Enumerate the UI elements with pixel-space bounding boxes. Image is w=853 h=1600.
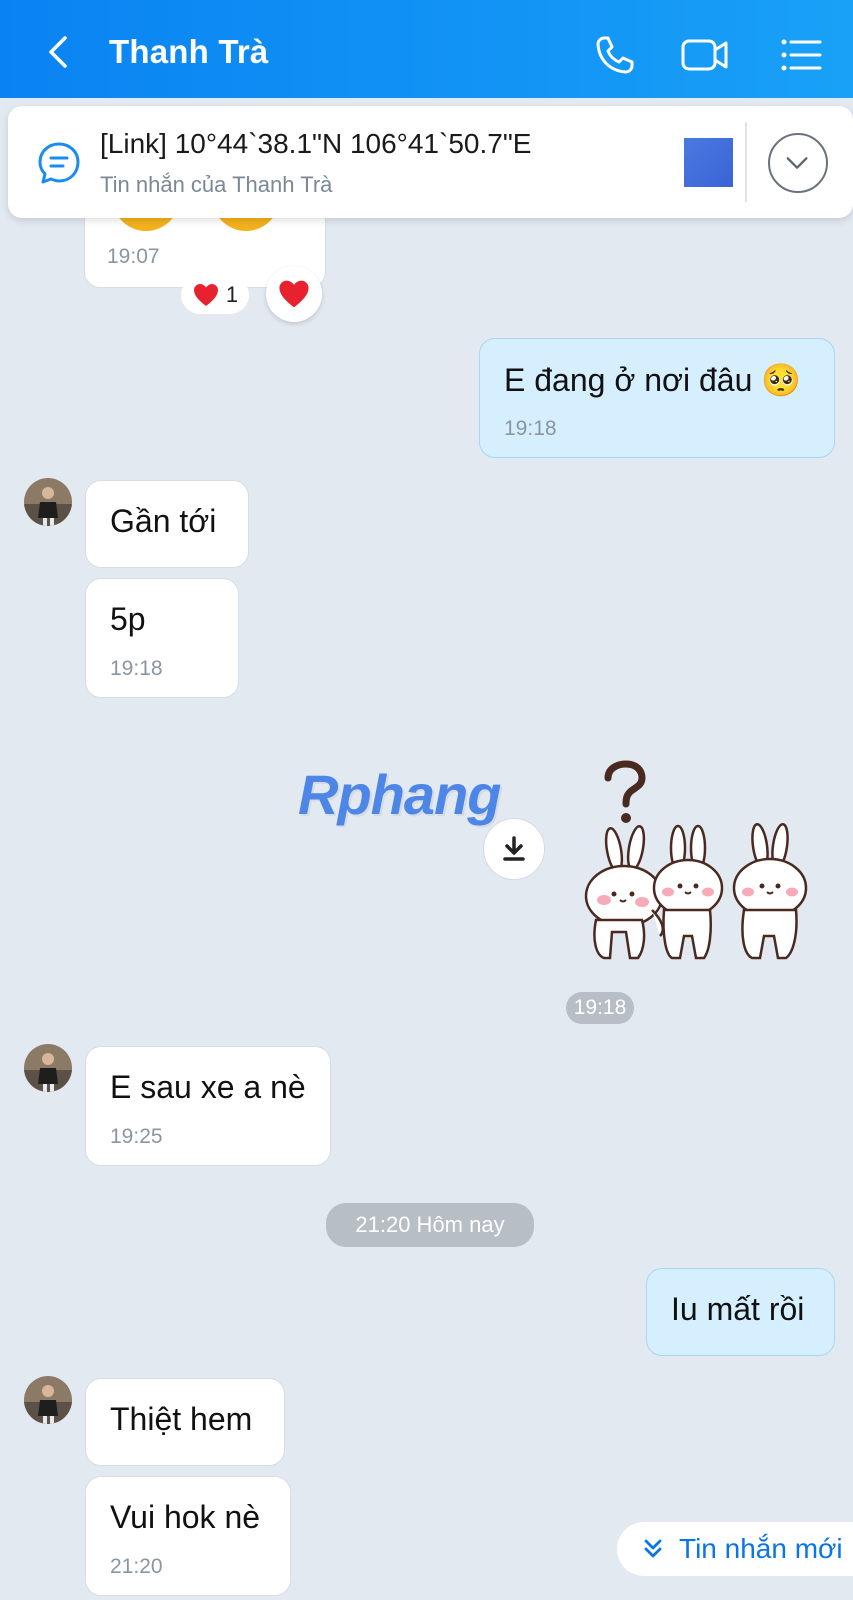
three-bunnies-question-sticker[interactable] <box>574 760 824 980</box>
divider <box>745 122 747 202</box>
message-text: 5p <box>110 601 146 637</box>
watermark: Rphang <box>298 763 501 826</box>
avatar[interactable] <box>24 1376 72 1424</box>
avatar[interactable] <box>24 1044 72 1092</box>
message-text: E đang ở nơi đâu 🥺 <box>504 362 802 398</box>
message-text: E sau xe a nè <box>110 1069 306 1105</box>
message-text: Vui hok nè <box>110 1499 261 1535</box>
react-heart-button[interactable] <box>266 266 322 322</box>
message-bubble[interactable]: E đang ở nơi đâu 🥺 19:18 <box>479 338 835 458</box>
chevron-down-icon[interactable] <box>768 133 828 193</box>
sticker-time: 19:18 <box>566 992 634 1024</box>
contact-name[interactable]: Thanh Trà <box>109 33 269 71</box>
reaction-count: 1 <box>225 282 239 307</box>
heart-icon <box>279 280 309 308</box>
message-time: 19:18 <box>504 417 557 440</box>
chat-bubble-icon <box>38 142 80 184</box>
phone-icon[interactable] <box>590 30 640 80</box>
chevron-left-icon[interactable] <box>36 30 80 74</box>
message-time: 19:25 <box>110 1125 163 1148</box>
message-text: Thiệt hem <box>110 1401 253 1437</box>
new-message-label: Tin nhắn mới <box>679 1533 843 1564</box>
message-time: 19:18 <box>110 657 163 680</box>
heart-icon <box>193 284 218 306</box>
message-time: 21:20 <box>110 1555 163 1578</box>
new-message-button[interactable]: Tin nhắn mới <box>617 1522 853 1576</box>
message-bubble[interactable]: Thiệt hem <box>85 1378 285 1466</box>
list-menu-icon[interactable] <box>776 30 826 80</box>
video-icon[interactable] <box>680 30 730 80</box>
download-button[interactable] <box>483 818 545 880</box>
message-bubble[interactable]: Vui hok nè 21:20 <box>85 1476 291 1596</box>
message-text: Gần tới <box>110 503 217 539</box>
message-bubble[interactable]: Gần tới <box>85 480 249 568</box>
message-bubble[interactable]: E sau xe a nè 19:25 <box>85 1046 331 1166</box>
avatar[interactable] <box>24 478 72 526</box>
download-icon <box>503 836 525 861</box>
pinned-message-bar[interactable]: [Link] 10°44`38.1"N 106°41`50.7"E Tin nh… <box>8 106 853 218</box>
message-bubble[interactable]: 5p 19:18 <box>85 578 239 698</box>
message-bubble[interactable]: Iu mất rồi <box>646 1268 835 1356</box>
pinned-subtitle: Tin nhắn của Thanh Trà <box>100 172 333 197</box>
pinned-title: [Link] 10°44`38.1"N 106°41`50.7"E <box>100 128 532 159</box>
reaction-summary[interactable]: 1 <box>181 276 249 314</box>
date-separator: 21:20 Hôm nay <box>326 1203 534 1247</box>
map-thumbnail[interactable] <box>684 138 733 187</box>
message-time: 19:07 <box>107 245 160 268</box>
double-chevron-down-icon <box>644 1539 662 1558</box>
message-text: Iu mất rồi <box>671 1291 805 1327</box>
chat-header: Thanh Trà <box>0 0 853 98</box>
